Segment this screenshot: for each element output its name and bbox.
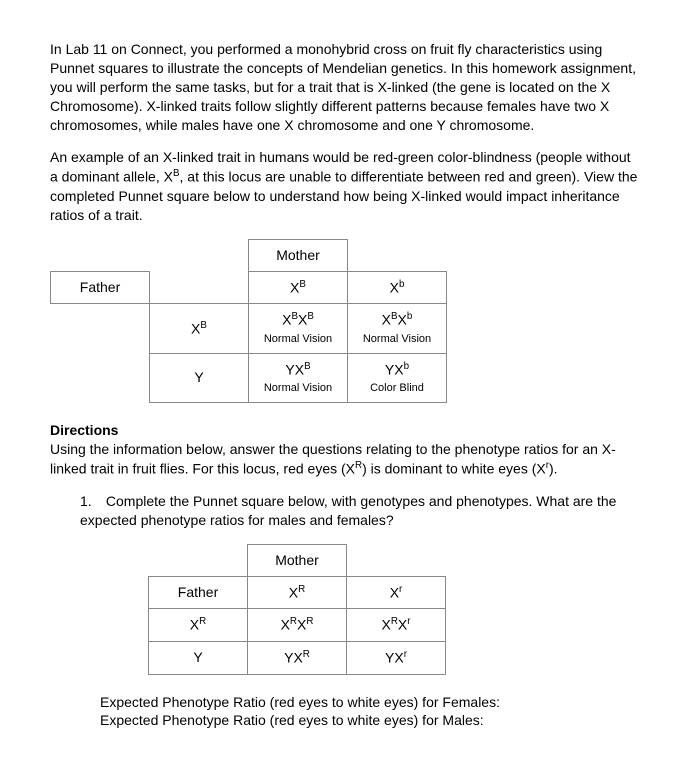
table2-mother-header: Mother [248, 545, 347, 577]
table1-col-b: Xb [348, 271, 447, 304]
table1-father-header: Father [51, 271, 150, 304]
table2-col-b: Xr [347, 576, 446, 609]
table2-row-a: XR [149, 609, 248, 642]
punnett-square-2: Mother Father XR Xr XR XRXR XRXr Y YXR Y… [50, 544, 446, 675]
expected-ratio-females: Expected Phenotype Ratio (red eyes to wh… [100, 693, 640, 712]
intro-paragraph-2: An example of an X-linked trait in human… [50, 148, 640, 224]
table1-row-a: XB [150, 304, 249, 353]
question-1: 1. Complete the Punnet square below, wit… [80, 492, 640, 530]
table1-cell-11-phenotype: Normal Vision [263, 332, 333, 347]
table1-cell-12: XBXb Normal Vision [348, 304, 447, 353]
directions-heading: Directions [50, 421, 640, 440]
table1-cell-22: YXb Color Blind [348, 353, 447, 402]
table2-cell-11: XRXR [248, 609, 347, 642]
table2-father-header: Father [149, 576, 248, 609]
table1-row-b: Y [150, 353, 249, 402]
table1-mother-header: Mother [249, 239, 348, 271]
punnett-square-1: Mother Father XB Xb XB XBXB Normal Visio… [50, 239, 447, 403]
table2-row-b: Y [149, 641, 248, 674]
table2-col-a: XR [248, 576, 347, 609]
table2-cell-12: XRXr [347, 609, 446, 642]
table1-cell-22-phenotype: Color Blind [362, 381, 432, 396]
expected-ratio-males: Expected Phenotype Ratio (red eyes to wh… [100, 711, 640, 730]
question-1-text: Complete the Punnet square below, with g… [80, 493, 616, 528]
intro-paragraph-1: In Lab 11 on Connect, you performed a mo… [50, 40, 640, 134]
table1-col-a: XB [249, 271, 348, 304]
table1-cell-21-phenotype: Normal Vision [263, 381, 333, 396]
table1-cell-11: XBXB Normal Vision [249, 304, 348, 353]
table1-cell-12-phenotype: Normal Vision [362, 332, 432, 347]
question-1-number: 1. [80, 492, 102, 511]
table2-cell-21: YXR [248, 641, 347, 674]
directions-body: Using the information below, answer the … [50, 440, 640, 478]
table1-cell-21: YXB Normal Vision [249, 353, 348, 402]
table2-cell-22: YXr [347, 641, 446, 674]
